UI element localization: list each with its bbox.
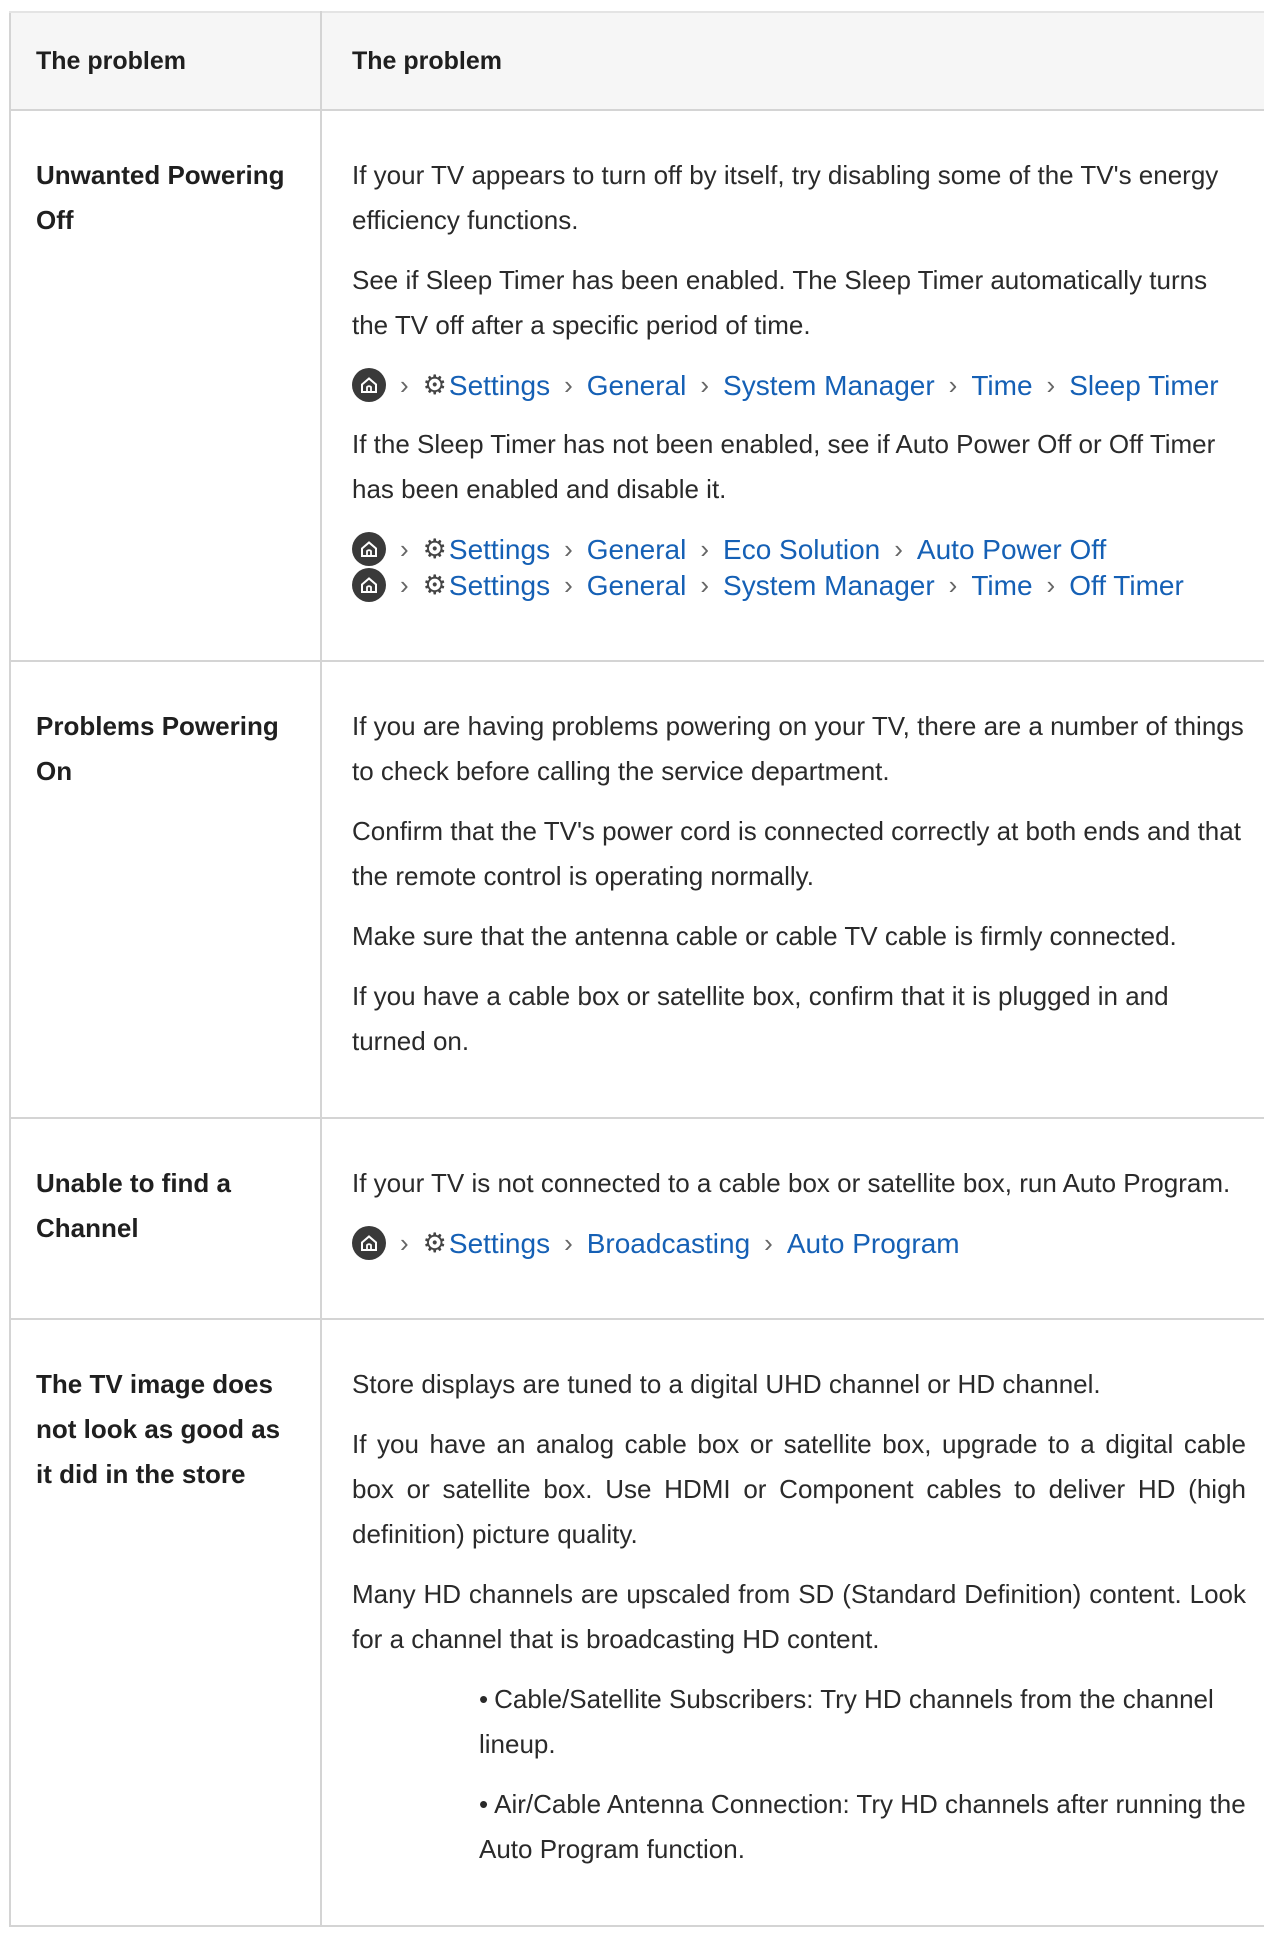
chevron-right-icon: › [564,369,573,400]
table-row: Unwanted Powering Off If your TV appears… [9,109,1264,662]
home-icon [352,532,386,566]
table-row: The TV image does not look as good as it… [9,1318,1264,1927]
solution-text: See if Sleep Timer has been enabled. The… [352,265,1208,340]
menu-path-item: Settings [448,1227,551,1259]
troubleshooting-table-container: The problem The problem Unwanted Powerin… [9,11,1264,1927]
chevron-right-icon: › [564,1227,573,1258]
chevron-right-icon: › [948,569,958,600]
menu-path-item: Broadcasting [586,1227,751,1259]
menu-path-item: Auto Program [786,1227,960,1259]
solution-text: Many HD channels are upscaled from SD (S… [352,1579,1246,1654]
problem-cell: Unable to find a Channel [9,1117,322,1320]
problem-cell: The TV image does not look as good as it… [9,1318,322,1927]
gear-icon: ⚙ [422,369,447,400]
solution-text: If the Sleep Timer has not been enabled,… [352,429,1216,504]
chevron-right-icon: › [1046,369,1056,400]
menu-path-item: General [586,569,687,601]
chevron-right-icon: › [1046,569,1056,600]
bullet-icon: • [479,1789,489,1819]
solution-text: Make sure that the antenna cable or cabl… [352,921,1177,951]
bullet-list: • Cable/Satellite Subscribers: Try HD cha… [352,1677,1246,1872]
chevron-right-icon: › [700,569,710,600]
bullet-icon: • [479,1684,489,1714]
solution-cell: Store displays are tuned to a digital UH… [320,1318,1264,1927]
chevron-right-icon: › [564,569,573,600]
chevron-right-icon: › [400,369,409,400]
list-item: • Air/Cable Antenna Connection: Try HD ch… [479,1782,1246,1872]
home-icon [352,368,386,402]
menu-path: › ⚙ Settings › Broadcasting › Auto Program [352,1221,1246,1265]
chevron-right-icon: › [400,569,409,600]
solution-text: Store displays are tuned to a digital UH… [352,1369,1101,1399]
list-item-text: Air/Cable Antenna Connection: Try HD cha… [479,1789,1246,1864]
solution-cell: If you are having problems powering on y… [320,660,1264,1119]
solution-cell: If your TV appears to turn off by itself… [320,109,1264,662]
solution-text: If you have an analog cable box or satel… [352,1429,1246,1549]
menu-path-item: Sleep Timer [1069,369,1219,401]
chevron-right-icon: › [764,1227,773,1258]
solution-text: If your TV appears to turn off by itself… [352,160,1219,235]
menu-path-item: System Manager [723,569,935,601]
menu-path-item: Settings [448,569,551,601]
list-item: • Cable/Satellite Subscribers: Try HD cha… [479,1677,1246,1767]
solution-text: If you have a cable box or satellite box… [352,981,1169,1056]
table-row: Problems Powering On If you are having p… [9,660,1264,1119]
problem-cell: Unwanted Powering Off [9,109,322,662]
menu-path-item: System Manager [723,369,935,401]
table-header-row: The problem The problem [9,11,1264,111]
solution-text: Confirm that the TV's power cord is conn… [352,816,1241,891]
table-row: Unable to find a Channel If your TV is n… [9,1117,1264,1320]
solution-text: If your TV is not connected to a cable b… [352,1168,1231,1198]
menu-path-item: Time [971,369,1033,401]
menu-path-item: General [586,369,687,401]
problem-cell: Problems Powering On [9,660,322,1119]
troubleshooting-table: The problem The problem Unwanted Powerin… [9,11,1264,1927]
list-item-text: Cable/Satellite Subscribers: Try HD chan… [479,1684,1214,1759]
chevron-right-icon: › [400,1227,409,1258]
home-icon [352,568,386,602]
solution-cell: If your TV is not connected to a cable b… [320,1117,1264,1320]
menu-path-item: Time [971,569,1033,601]
header-problem: The problem [9,11,322,111]
gear-icon: ⚙ [422,569,447,600]
chevron-right-icon: › [700,369,710,400]
gear-icon: ⚙ [422,1227,447,1258]
menu-path: › ⚙ Settings › General › System Manager › Time › S… [352,363,1246,407]
solution-text: If you are having problems powering on y… [352,711,1244,786]
menu-path: › ⚙ Settings › General › System Manager › Time › O… [352,563,1246,607]
menu-path-item: Off Timer [1069,569,1184,601]
menu-path-item: Settings [448,369,551,401]
chevron-right-icon: › [948,369,958,400]
header-solution: The problem [320,11,1264,111]
home-icon [352,1226,386,1260]
